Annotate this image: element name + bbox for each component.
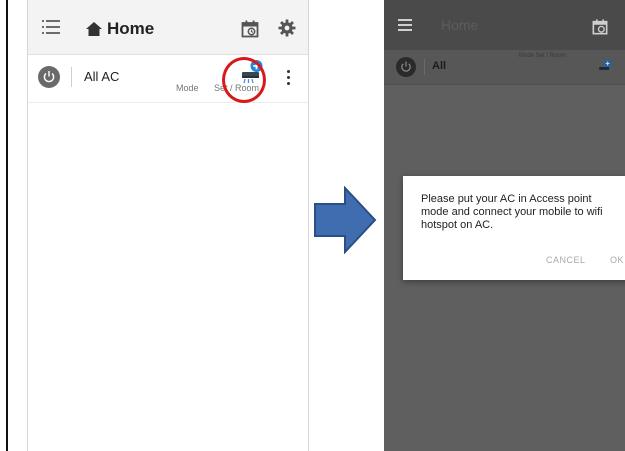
ac-group-row-dimmed: All Mode Set / Room xyxy=(384,50,625,85)
gear-icon[interactable] xyxy=(278,19,296,37)
cancel-button[interactable]: CANCEL xyxy=(546,255,586,265)
mode-set-room-label: Mode Set / Room xyxy=(519,53,566,59)
row-divider xyxy=(71,67,72,87)
app-bar-dimmed: Home xyxy=(384,0,625,50)
row-divider xyxy=(424,59,425,75)
bottom-area xyxy=(28,421,308,451)
calendar-icon[interactable] xyxy=(241,20,259,38)
ac-group-row[interactable]: All AC Mode Set / Room xyxy=(28,57,308,103)
power-button[interactable] xyxy=(38,66,60,88)
app-bar: Home xyxy=(28,0,308,55)
ok-button[interactable]: OK xyxy=(610,255,624,265)
dialog-message: Please put your AC in Access point mode … xyxy=(421,193,603,231)
menu-icon xyxy=(398,19,412,31)
ac-group-title: All AC xyxy=(84,69,120,84)
power-button xyxy=(396,57,416,77)
access-point-dialog: Please put your AC in Access point mode … xyxy=(403,176,625,280)
arrow-right-icon xyxy=(314,186,377,254)
home-icon xyxy=(86,22,102,36)
calendar-icon xyxy=(592,19,608,35)
highlight-circle xyxy=(222,57,266,103)
power-icon xyxy=(43,71,55,83)
more-vert-icon[interactable] xyxy=(286,70,290,86)
power-icon xyxy=(401,61,411,72)
ac-group-title: All xyxy=(432,60,447,72)
page-title: Home xyxy=(107,19,155,38)
mode-label: Mode xyxy=(176,83,199,93)
menu-icon[interactable] xyxy=(42,19,60,35)
page-title-dimmed: Home xyxy=(441,17,479,33)
right-phone-screen: Home All Mode Set / Room Please put your… xyxy=(384,0,625,451)
frame-border-line xyxy=(6,0,8,451)
add-ac-icon xyxy=(599,60,612,70)
left-phone-screen: Home All AC Mode Set / Room xyxy=(27,0,309,451)
home-heading: Home xyxy=(85,18,154,40)
